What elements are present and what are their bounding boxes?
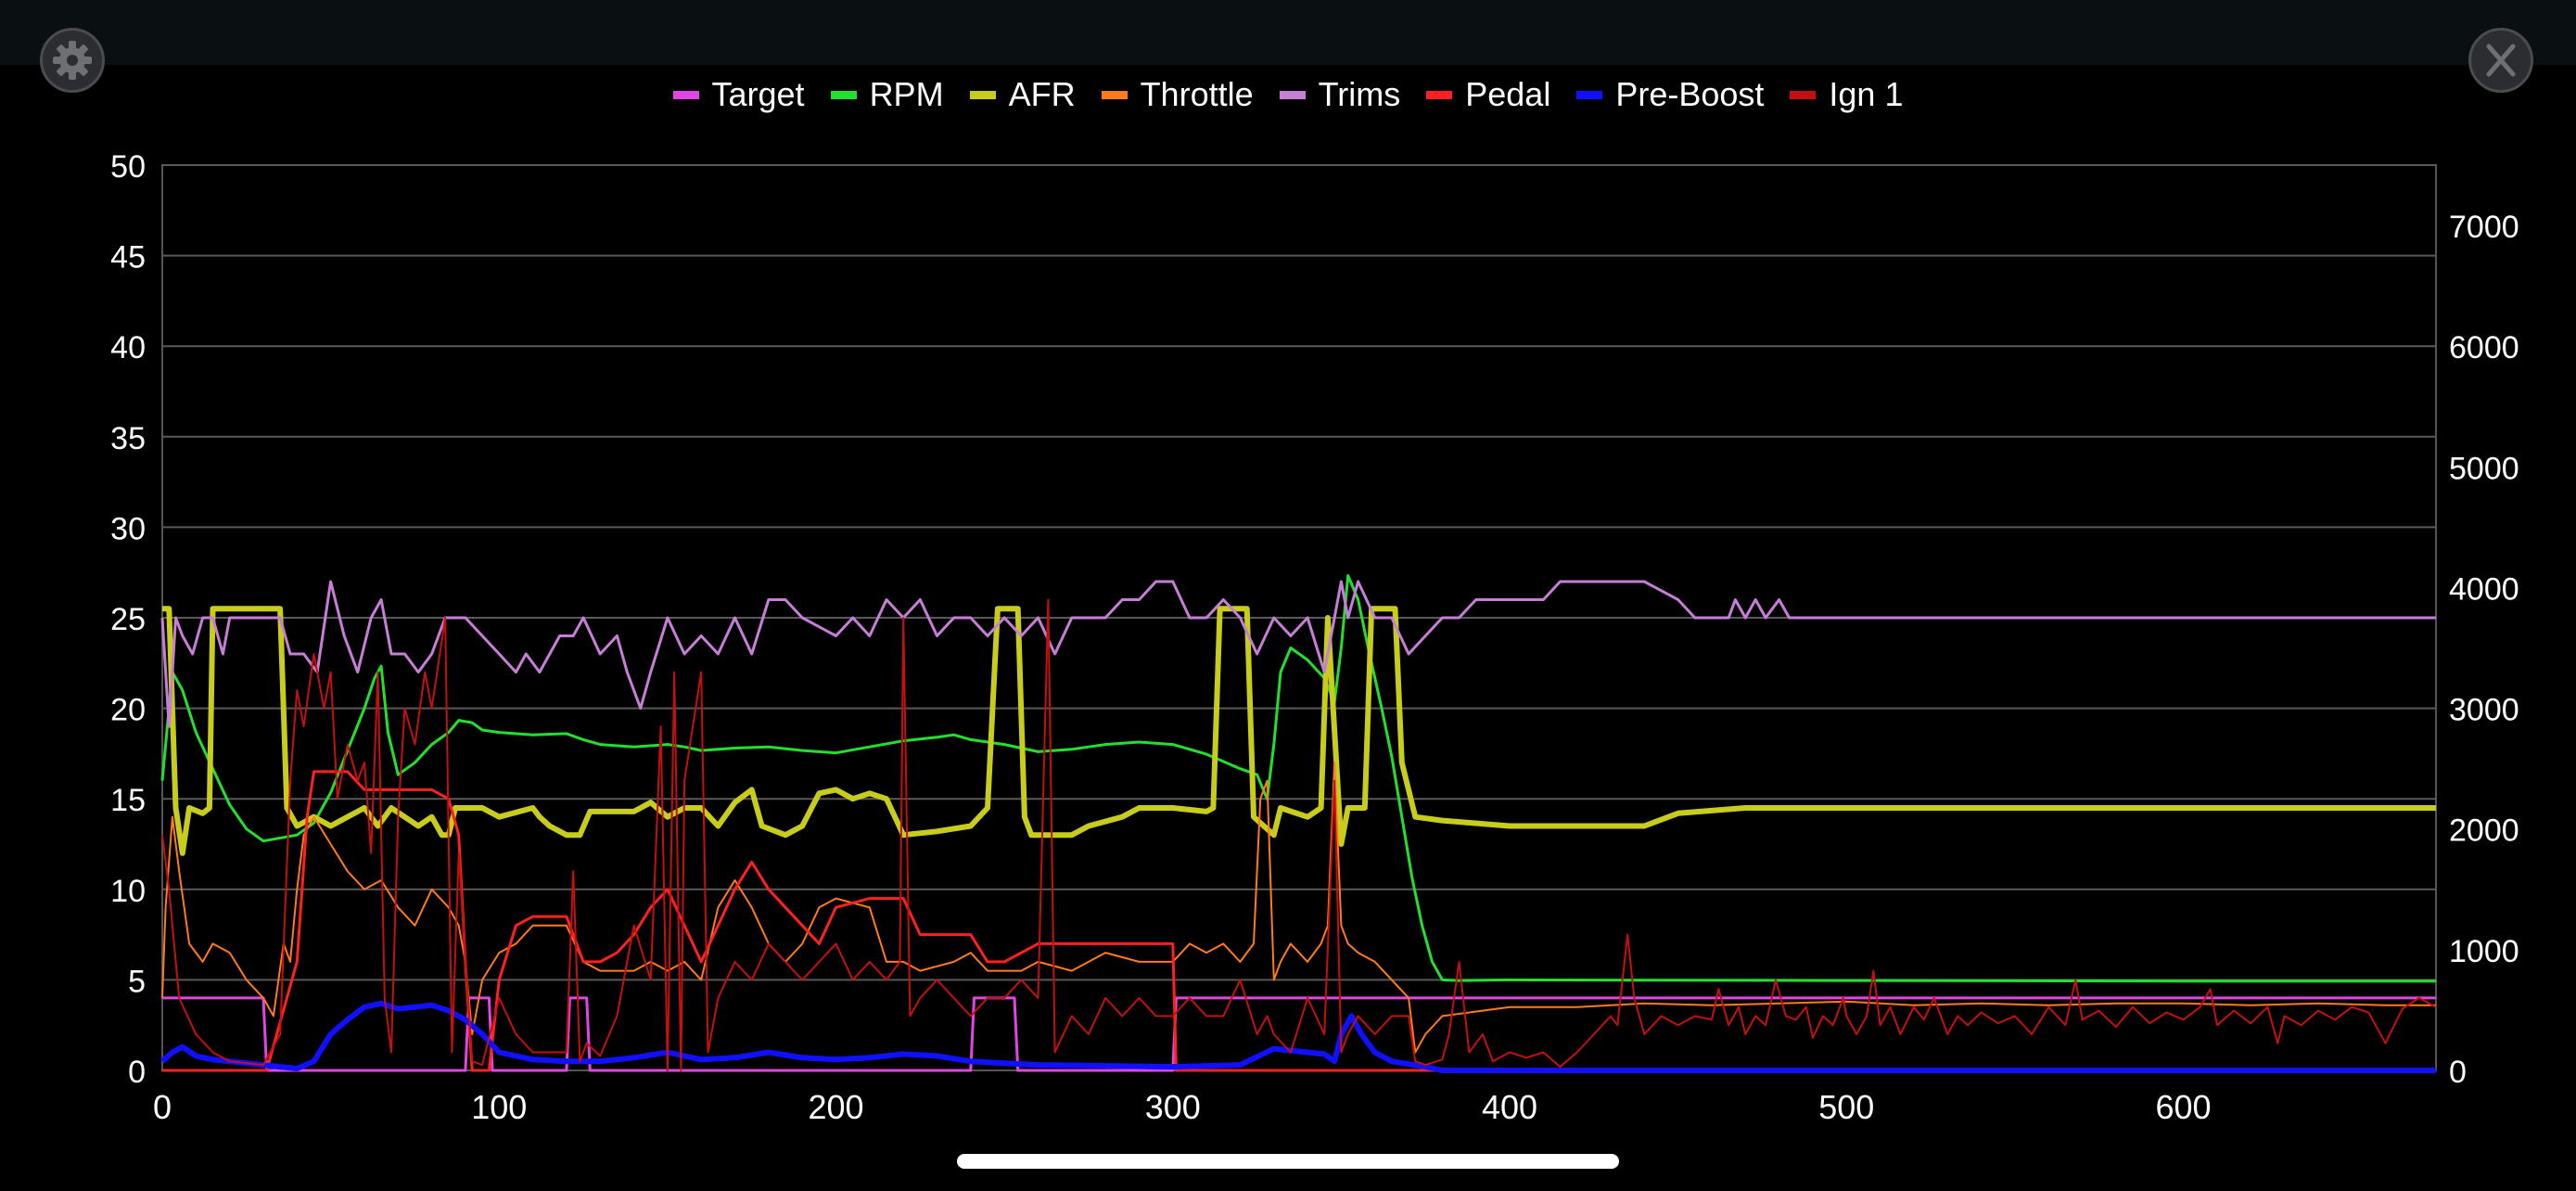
y-left-tick-label: 10 — [110, 874, 146, 909]
y-right-tick-label: 0 — [2449, 1055, 2467, 1090]
y-left-tick-label: 20 — [110, 693, 146, 728]
x-tick-label: 0 — [153, 1088, 172, 1126]
y-right-tick-label: 1000 — [2449, 934, 2519, 969]
x-tick-label: 300 — [1145, 1088, 1201, 1126]
y-left-tick-label: 35 — [110, 421, 146, 456]
x-tick-label: 100 — [471, 1088, 527, 1126]
y-left-tick-label: 25 — [110, 602, 146, 637]
y-right-tick-label: 6000 — [2449, 330, 2519, 365]
x-tick-label: 500 — [1818, 1088, 1874, 1126]
y-left-tick-label: 0 — [128, 1055, 146, 1090]
close-button[interactable] — [2468, 28, 2533, 93]
y-left-tick-label: 40 — [110, 330, 146, 365]
y-left-tick-label: 15 — [110, 783, 146, 818]
y-left-tick-label: 45 — [110, 240, 146, 275]
x-tick-label: 200 — [808, 1088, 863, 1126]
line-chart: 0510152025303540455001000200030004000500… — [110, 149, 2519, 1126]
y-right-tick-label: 7000 — [2449, 210, 2519, 245]
y-right-tick-label: 2000 — [2449, 813, 2519, 849]
gear-icon — [49, 37, 96, 83]
y-right-tick-label: 5000 — [2449, 451, 2519, 486]
y-right-tick-label: 3000 — [2449, 693, 2519, 728]
settings-button[interactable] — [40, 28, 105, 93]
x-tick-label: 400 — [1482, 1088, 1537, 1126]
y-right-tick-label: 4000 — [2449, 571, 2519, 607]
home-indicator[interactable] — [957, 1154, 1619, 1169]
x-tick-label: 600 — [2156, 1088, 2212, 1126]
close-x-icon — [2478, 37, 2524, 83]
y-left-tick-label: 30 — [110, 511, 146, 546]
y-left-tick-label: 50 — [110, 149, 146, 185]
y-left-tick-label: 5 — [128, 964, 146, 999]
